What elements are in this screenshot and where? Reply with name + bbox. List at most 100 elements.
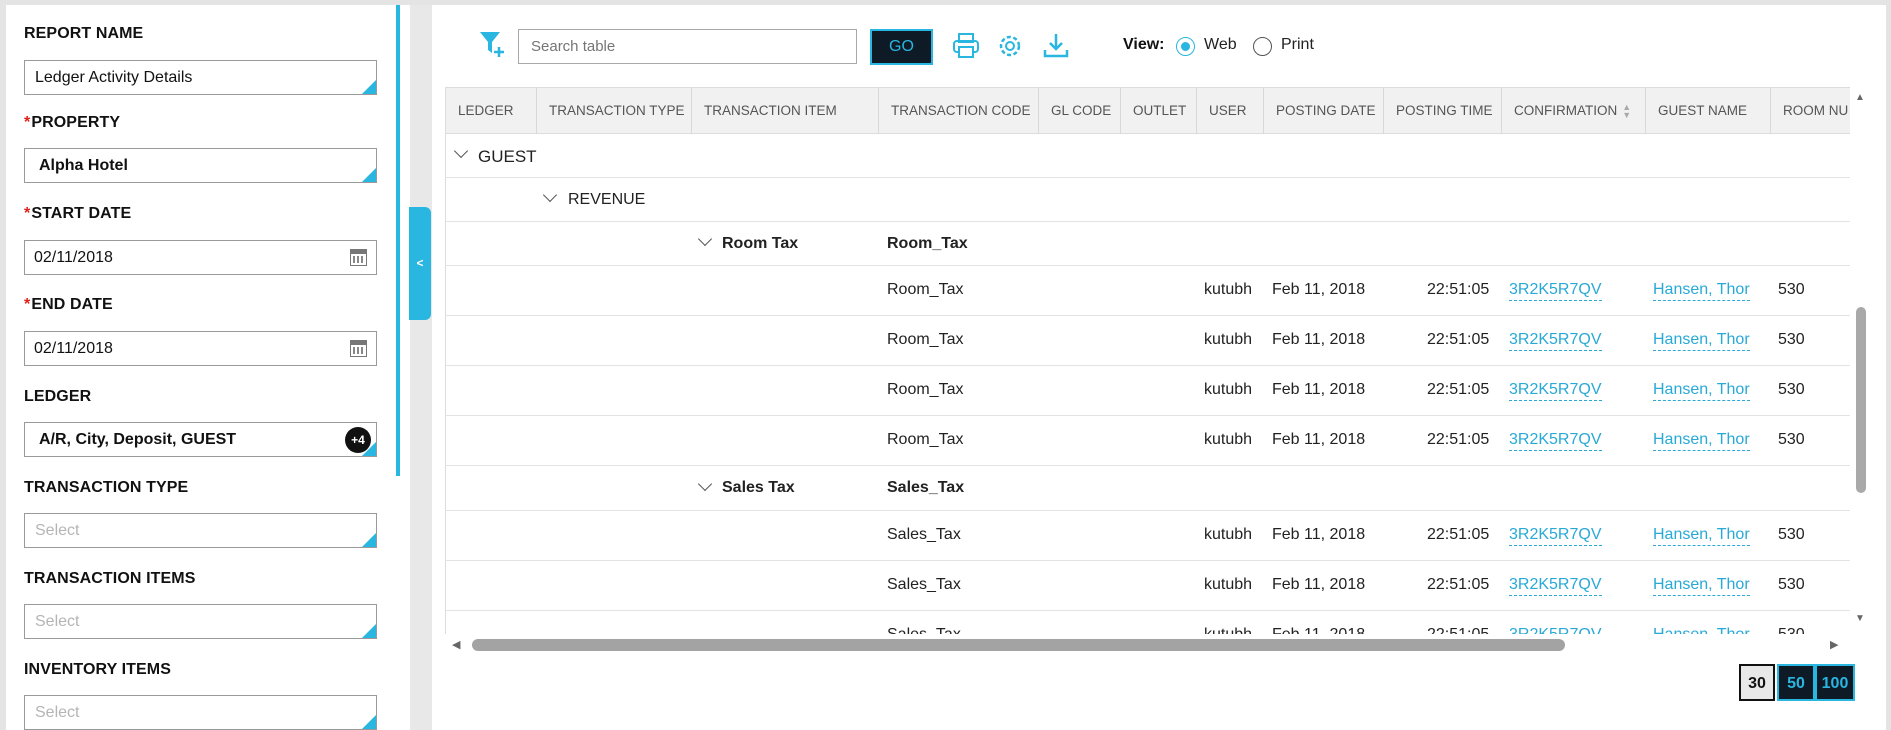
cell-room-number: 530	[1778, 281, 1805, 298]
scroll-right-arrow-icon[interactable]: ▶	[1830, 638, 1838, 651]
group-row-ledger[interactable]: GUEST	[446, 134, 1850, 178]
guest-name-link[interactable]: Hansen, Thor	[1653, 576, 1750, 596]
view-print-radio[interactable]	[1253, 37, 1272, 56]
print-icon[interactable]	[952, 31, 980, 61]
report-name-value: Ledger Activity Details	[35, 69, 193, 86]
dropdown-corner-icon	[362, 80, 376, 94]
inventory-items-select[interactable]: Select	[24, 695, 377, 730]
start-date-field[interactable]: 02/11/2018	[24, 240, 377, 275]
guest-name-link[interactable]: Hansen, Thor	[1653, 381, 1750, 401]
download-icon[interactable]	[1042, 31, 1070, 61]
view-web-radio[interactable]	[1176, 37, 1195, 56]
cell-posting-time: 22:51:05	[1427, 626, 1489, 634]
column-header-ledger[interactable]: LEDGER	[446, 88, 537, 134]
column-header-gl-code[interactable]: GL CODE	[1039, 88, 1121, 134]
guest-name-link[interactable]: Hansen, Thor	[1653, 281, 1750, 301]
column-header-transaction-code[interactable]: TRANSACTION CODE	[879, 88, 1039, 134]
transaction-type-select[interactable]: Select	[24, 513, 377, 548]
page-size-30-button[interactable]: 30	[1739, 664, 1775, 701]
page-size-100-button[interactable]: 100	[1815, 664, 1855, 701]
column-header-confirmation[interactable]: CONFIRMATION ▲ ▼	[1502, 88, 1646, 134]
column-header-room-number[interactable]: ROOM NU	[1771, 88, 1850, 134]
settings-gear-icon[interactable]	[996, 31, 1024, 61]
group-type-label: REVENUE	[568, 191, 646, 208]
report-name-field[interactable]: Ledger Activity Details	[24, 60, 377, 95]
chevron-down-icon[interactable]	[542, 187, 558, 203]
guest-name-link[interactable]: Hansen, Thor	[1653, 526, 1750, 546]
table-row[interactable]: Sales_Tax kutubh Feb 11, 2018 22:51:05 3…	[446, 561, 1850, 611]
column-header-posting-time[interactable]: POSTING TIME	[1384, 88, 1502, 134]
cell-posting-date: Feb 11, 2018	[1272, 281, 1366, 298]
filter-add-icon[interactable]	[478, 29, 506, 59]
confirmation-link[interactable]: 3R2K5R7QV	[1509, 526, 1602, 546]
confirmation-link[interactable]: 3R2K5R7QV	[1509, 381, 1602, 401]
cell-room-number: 530	[1778, 431, 1805, 448]
column-header-outlet[interactable]: OUTLET	[1121, 88, 1197, 134]
vertical-scroll-thumb[interactable]	[1856, 307, 1866, 493]
column-header-transaction-type[interactable]: TRANSACTION TYPE	[537, 88, 692, 134]
page-size-50-button[interactable]: 50	[1777, 664, 1815, 701]
confirmation-link[interactable]: 3R2K5R7QV	[1509, 331, 1602, 351]
guest-name-link[interactable]: Hansen, Thor	[1653, 431, 1750, 451]
view-web-label[interactable]: Web	[1204, 36, 1237, 54]
dropdown-corner-icon	[362, 624, 376, 638]
end-date-label: *END DATE	[24, 296, 113, 314]
property-select[interactable]: Alpha Hotel	[24, 148, 377, 183]
cell-user: kutubh	[1204, 576, 1253, 593]
sort-icon[interactable]: ▲ ▼	[1622, 103, 1631, 120]
chevron-down-icon[interactable]	[453, 143, 469, 159]
view-print-label[interactable]: Print	[1281, 36, 1314, 54]
scroll-left-arrow-icon[interactable]: ◀	[452, 638, 460, 651]
table-row[interactable]: Sales_Tax kutubh Feb 11, 2018 22:51:05 3…	[446, 611, 1850, 634]
column-header-posting-date[interactable]: POSTING DATE	[1264, 88, 1384, 134]
chevron-down-icon[interactable]	[697, 231, 713, 247]
end-date-field[interactable]: 02/11/2018	[24, 331, 377, 366]
confirmation-header-text: CONFIRMATION	[1514, 103, 1618, 118]
cell-posting-date: Feb 11, 2018	[1272, 626, 1365, 634]
confirmation-link[interactable]: 3R2K5R7QV	[1509, 431, 1602, 451]
horizontal-scroll-thumb[interactable]	[472, 639, 1565, 651]
group-row-item[interactable]: Sales Tax Sales_Tax	[446, 466, 1850, 511]
chevron-down-icon[interactable]	[697, 476, 713, 492]
table-row[interactable]: Room_Tax kutubh Feb 11, 2018 22:51:05 3R…	[446, 266, 1850, 316]
table-row[interactable]: Sales_Tax kutubh Feb 11, 2018 22:51:05 3…	[446, 511, 1850, 561]
group-row-item[interactable]: Room Tax Room_Tax	[446, 222, 1850, 266]
confirmation-link[interactable]: 3R2K5R7QV	[1509, 626, 1602, 634]
guest-name-link[interactable]: Hansen, Thor	[1653, 331, 1750, 351]
end-date-value: 02/11/2018	[34, 340, 113, 357]
scroll-down-arrow-icon[interactable]: ▼	[1855, 613, 1865, 624]
confirmation-link[interactable]: 3R2K5R7QV	[1509, 281, 1602, 301]
ledger-multiselect[interactable]: A/R, City, Deposit, GUEST +4	[24, 422, 377, 457]
group-row-type[interactable]: REVENUE	[446, 178, 1850, 222]
cell-room-number: 530	[1778, 381, 1805, 398]
cell-posting-date: Feb 11, 2018	[1272, 576, 1366, 593]
column-header-transaction-item[interactable]: TRANSACTION ITEM	[692, 88, 879, 134]
transaction-items-select[interactable]: Select	[24, 604, 377, 639]
calendar-icon[interactable]	[350, 340, 367, 357]
cell-transaction-code: Room_Tax	[887, 331, 964, 348]
property-value: Alpha Hotel	[39, 157, 128, 174]
table-row[interactable]: Room_Tax kutubh Feb 11, 2018 22:51:05 3R…	[446, 416, 1850, 466]
table-row[interactable]: Room_Tax kutubh Feb 11, 2018 22:51:05 3R…	[446, 366, 1850, 416]
go-button[interactable]: GO	[870, 29, 933, 65]
cell-user: kutubh	[1204, 381, 1253, 398]
scroll-up-arrow-icon[interactable]: ▲	[1855, 92, 1865, 103]
panel-scrollbar[interactable]	[396, 5, 400, 476]
property-label-text: PROPERTY	[31, 114, 121, 131]
calendar-icon[interactable]	[350, 249, 367, 266]
panel-divider	[410, 5, 432, 730]
confirmation-link[interactable]: 3R2K5R7QV	[1509, 576, 1602, 596]
cell-user: kutubh	[1204, 281, 1253, 298]
cell-room-number: 530	[1778, 526, 1805, 543]
column-header-guest-name[interactable]: GUEST NAME	[1646, 88, 1771, 134]
cell-room-number: 530	[1778, 576, 1805, 593]
search-input[interactable]	[518, 29, 857, 64]
required-marker: *	[24, 296, 31, 313]
table-row[interactable]: Room_Tax kutubh Feb 11, 2018 22:51:05 3R…	[446, 316, 1850, 366]
guest-name-link[interactable]: Hansen, Thor	[1653, 626, 1750, 634]
start-date-value: 02/11/2018	[34, 249, 113, 266]
cell-posting-time: 22:51:05	[1427, 381, 1490, 398]
column-header-user[interactable]: USER	[1197, 88, 1264, 134]
collapse-panel-button[interactable]: <	[409, 207, 431, 320]
cell-posting-time: 22:51:05	[1427, 526, 1490, 543]
